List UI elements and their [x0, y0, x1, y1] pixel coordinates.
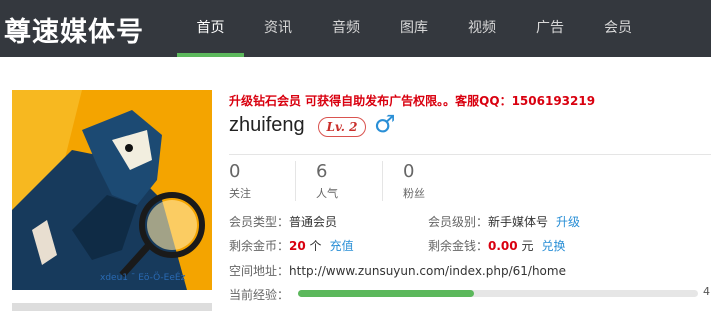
- experience-row: 当前经验：: [229, 286, 289, 303]
- exchange-link[interactable]: 兑换: [541, 239, 565, 253]
- money-unit: 元: [521, 239, 534, 253]
- gold-row: 剩余金币：20 个充值: [229, 237, 354, 254]
- stat-label: 粉丝: [403, 187, 425, 200]
- stat-separator: [382, 161, 383, 201]
- space-url-row: 空间地址：http://www.zunsuyun.com/index.php/6…: [229, 262, 566, 279]
- stat-value: 0: [403, 161, 415, 182]
- space-label: 空间地址：: [229, 264, 290, 278]
- money-row: 剩余金钱：0.00 元兑换: [428, 237, 565, 254]
- divider: [229, 154, 711, 155]
- nav-item-member[interactable]: 会员: [585, 0, 651, 57]
- level-badge: Lv. 2: [318, 117, 366, 137]
- recharge-link[interactable]: 充值: [330, 239, 354, 253]
- nav-item-home[interactable]: 首页: [177, 0, 244, 57]
- upgrade-link[interactable]: 升级: [556, 215, 580, 229]
- member-type-label: 会员类型：: [229, 215, 290, 229]
- nav-item-video[interactable]: 视频: [449, 0, 515, 57]
- profile-card: xdeu1 ¯ Eö-Ö-EeÉz 升级钻石会员 可获得自助发布广告权限。。客服…: [0, 57, 711, 311]
- nav-item-audio[interactable]: 音频: [313, 0, 379, 57]
- gold-value: 20: [289, 239, 306, 253]
- nav-item-news[interactable]: 资讯: [245, 0, 311, 57]
- money-value: 0.00: [488, 239, 518, 253]
- stat-value: 0: [229, 161, 241, 182]
- stat-fans[interactable]: 0 粉丝: [403, 161, 425, 205]
- experience-progress-fill: [298, 290, 474, 297]
- experience-value: 4: [703, 285, 710, 298]
- stat-popularity[interactable]: 6 人气: [316, 161, 338, 205]
- gold-unit: 个: [309, 239, 322, 253]
- space-url-link[interactable]: http://www.zunsuyun.com/index.php/61/hom…: [289, 264, 566, 278]
- member-level-value: 新手媒体号: [488, 215, 549, 229]
- money-label: 剩余金钱：: [428, 239, 489, 253]
- site-logo[interactable]: 尊速媒体号: [4, 10, 144, 49]
- stat-label: 关注: [229, 187, 251, 200]
- member-type-value: 普通会员: [289, 215, 338, 229]
- username: zhuifeng: [229, 114, 305, 136]
- avatar[interactable]: xdeu1 ¯ Eö-Ö-EeÉz: [12, 90, 212, 290]
- upgrade-notice: 升级钻石会员 可获得自助发布广告权限。。客服QQ：1506193219: [229, 94, 596, 108]
- member-level-label: 会员级别：: [428, 215, 489, 229]
- experience-label: 当前经验：: [229, 288, 290, 302]
- male-icon: ♂: [374, 110, 396, 138]
- member-type-row: 会员类型：普通会员: [229, 213, 337, 230]
- avatar-footer: [12, 303, 212, 311]
- avatar-caption: xdeu1 ¯ Eö-Ö-EeÉz: [100, 271, 186, 283]
- stat-value: 6: [316, 161, 328, 182]
- member-level-row: 会员级别：新手媒体号 升级: [428, 213, 580, 230]
- stat-separator: [295, 161, 296, 201]
- gold-label: 剩余金币：: [229, 239, 290, 253]
- nav-item-gallery[interactable]: 图库: [381, 0, 447, 57]
- stat-following[interactable]: 0 关注: [229, 161, 251, 205]
- detective-illustration: xdeu1 ¯ Eö-Ö-EeÉz: [12, 90, 212, 290]
- top-navigation-bar: 尊速媒体号 首页 资讯 音频 图库 视频 广告 会员: [0, 0, 711, 57]
- stat-label: 人气: [316, 187, 338, 200]
- nav-item-ads[interactable]: 广告: [517, 0, 583, 57]
